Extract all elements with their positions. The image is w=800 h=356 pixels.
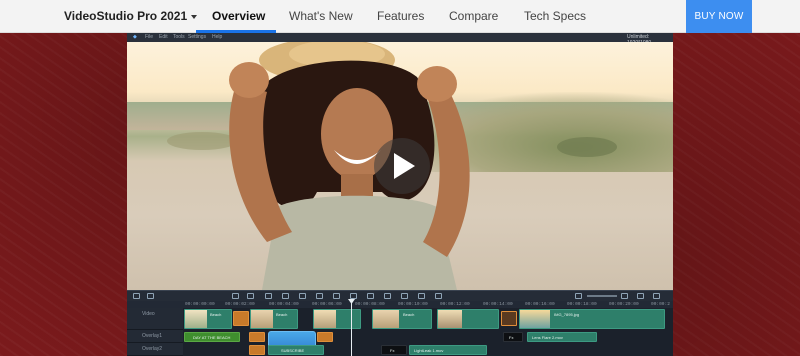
transition-clip[interactable] — [249, 345, 265, 355]
timeline-ruler[interactable]: 00:00:00:00 00:00:02:00 00:00:04:00 00:0… — [127, 301, 673, 308]
video-clip[interactable] — [313, 309, 361, 329]
menu-help[interactable]: Help — [212, 34, 222, 40]
mask-icon[interactable] — [384, 293, 391, 299]
text-icon[interactable] — [316, 293, 323, 299]
transition-clip[interactable] — [501, 311, 517, 326]
fit-icon[interactable] — [418, 293, 425, 299]
clip-thumbnail — [438, 310, 462, 328]
video-clip[interactable] — [437, 309, 499, 329]
ruler-tick: 00:00:20:00 — [609, 302, 639, 307]
audio-icon[interactable] — [333, 293, 340, 299]
ruler-tick: 00:00:04:00 — [269, 302, 299, 307]
motion-icon[interactable] — [367, 293, 374, 299]
track-header-video[interactable]: Video — [127, 308, 183, 330]
clip-label: Lens Flare 2.mov — [532, 335, 563, 340]
product-name: VideoStudio Pro 2021 — [64, 9, 188, 23]
track-name: Overlay1 — [142, 333, 163, 339]
ruler-tick: 00:00:00:00 — [185, 302, 215, 307]
timeline-toolbar — [127, 290, 673, 301]
zoom-out-icon[interactable] — [575, 293, 582, 299]
app-logo-icon: ◆ — [133, 34, 137, 40]
title-clip[interactable]: DAY AT THE BEACH — [184, 332, 240, 342]
color-icon[interactable] — [401, 293, 408, 299]
ruler-tick: 00:00:16:00 — [525, 302, 555, 307]
clip-label: LightLeak 1.mov — [414, 348, 444, 353]
playhead[interactable] — [351, 301, 352, 356]
duration-icon[interactable] — [653, 293, 660, 299]
nav-tech-specs[interactable]: Tech Specs — [524, 9, 586, 23]
track-name: Overlay2 — [142, 346, 163, 352]
product-menu[interactable]: VideoStudio Pro 2021 — [64, 9, 198, 23]
track-name: Video — [142, 311, 155, 317]
clip-label: Beach — [210, 312, 222, 317]
fit-project-icon[interactable] — [637, 293, 644, 299]
play-icon — [394, 153, 415, 179]
clip-label: Beach — [403, 312, 415, 317]
buy-now-button[interactable]: BUY NOW — [686, 0, 752, 33]
app-screenshot: ◆ File Edit Tools Settings Help Unlimite… — [127, 33, 673, 356]
trim-icon[interactable] — [282, 293, 289, 299]
capture-icon[interactable] — [435, 293, 442, 299]
zoom-slider[interactable] — [587, 295, 617, 297]
fx-clip[interactable]: Fx — [503, 332, 523, 342]
menu-edit[interactable]: Edit — [159, 34, 168, 40]
undo-icon[interactable] — [232, 293, 239, 299]
play-button[interactable] — [374, 138, 430, 194]
track-header-overlay1[interactable]: Overlay1 — [127, 330, 183, 343]
fx-clip[interactable]: Fx — [381, 345, 407, 355]
ruler-tick: 00:00:08:00 — [355, 302, 385, 307]
ruler-tick: 00:00:12:00 — [440, 302, 470, 307]
ruler-tick: 00:00:14:00 — [483, 302, 513, 307]
storyboard-icon[interactable] — [133, 293, 140, 299]
app-menubar: ◆ File Edit Tools Settings Help Unlimite… — [127, 33, 673, 46]
split-icon[interactable] — [265, 293, 272, 299]
overlay-clip[interactable]: Lens Flare 2.mov — [527, 332, 597, 342]
zoom-in-icon[interactable] — [621, 293, 628, 299]
video-preview[interactable] — [127, 42, 673, 290]
clip-thumbnail — [520, 310, 550, 328]
clip-thumbnail — [251, 310, 273, 328]
track-header-overlay2[interactable]: Overlay2 — [127, 343, 183, 356]
clip-label: Fx — [390, 348, 395, 353]
transition-clip[interactable] — [233, 311, 249, 326]
ruler-tick: 00:00:06:00 — [312, 302, 342, 307]
menu-tools[interactable]: Tools — [173, 34, 185, 40]
transition-clip[interactable] — [317, 332, 333, 342]
crop-icon[interactable] — [299, 293, 306, 299]
clip-label: SUBSCRIBE — [281, 348, 305, 353]
video-clip[interactable]: Beach — [372, 309, 432, 329]
mixer-icon[interactable] — [350, 293, 357, 299]
clip-label: DAY AT THE BEACH — [193, 335, 231, 340]
clip-label: IMG_7895.jpg — [554, 312, 580, 317]
clip-label: Beach — [276, 312, 288, 317]
nav-whats-new[interactable]: What's New — [289, 9, 353, 23]
clip-thumbnail — [185, 310, 207, 328]
overlay-clip[interactable]: LightLeak 1.mov — [409, 345, 487, 355]
timeline-tracks: Video Overlay1 Overlay2 Beach Beach Beac… — [127, 308, 673, 356]
nav-features[interactable]: Features — [377, 9, 424, 23]
redo-icon[interactable] — [247, 293, 254, 299]
video-clip[interactable]: Beach — [184, 309, 232, 329]
nav-compare[interactable]: Compare — [449, 9, 498, 23]
chevron-down-icon — [191, 14, 198, 19]
top-navbar: VideoStudio Pro 2021 Overview What's New… — [0, 0, 800, 33]
video-clip[interactable]: IMG_7895.jpg — [519, 309, 665, 329]
timeline-icon[interactable] — [147, 293, 154, 299]
menu-file[interactable]: File — [145, 34, 153, 40]
ruler-tick: 00:00:2 — [651, 302, 670, 307]
clip-label: Fx — [509, 335, 514, 340]
ruler-tick: 00:00:10:00 — [398, 302, 428, 307]
nav-overview[interactable]: Overview — [212, 9, 265, 23]
ruler-tick: 00:00:18:00 — [567, 302, 597, 307]
subscribe-clip[interactable]: SUBSCRIBE — [268, 345, 324, 355]
menu-settings[interactable]: Settings — [188, 34, 206, 40]
transition-clip[interactable] — [249, 332, 265, 342]
video-clip[interactable]: Beach — [250, 309, 298, 329]
ruler-tick: 00:00:02:00 — [225, 302, 255, 307]
clip-thumbnail — [373, 310, 399, 328]
clip-thumbnail — [314, 310, 336, 328]
